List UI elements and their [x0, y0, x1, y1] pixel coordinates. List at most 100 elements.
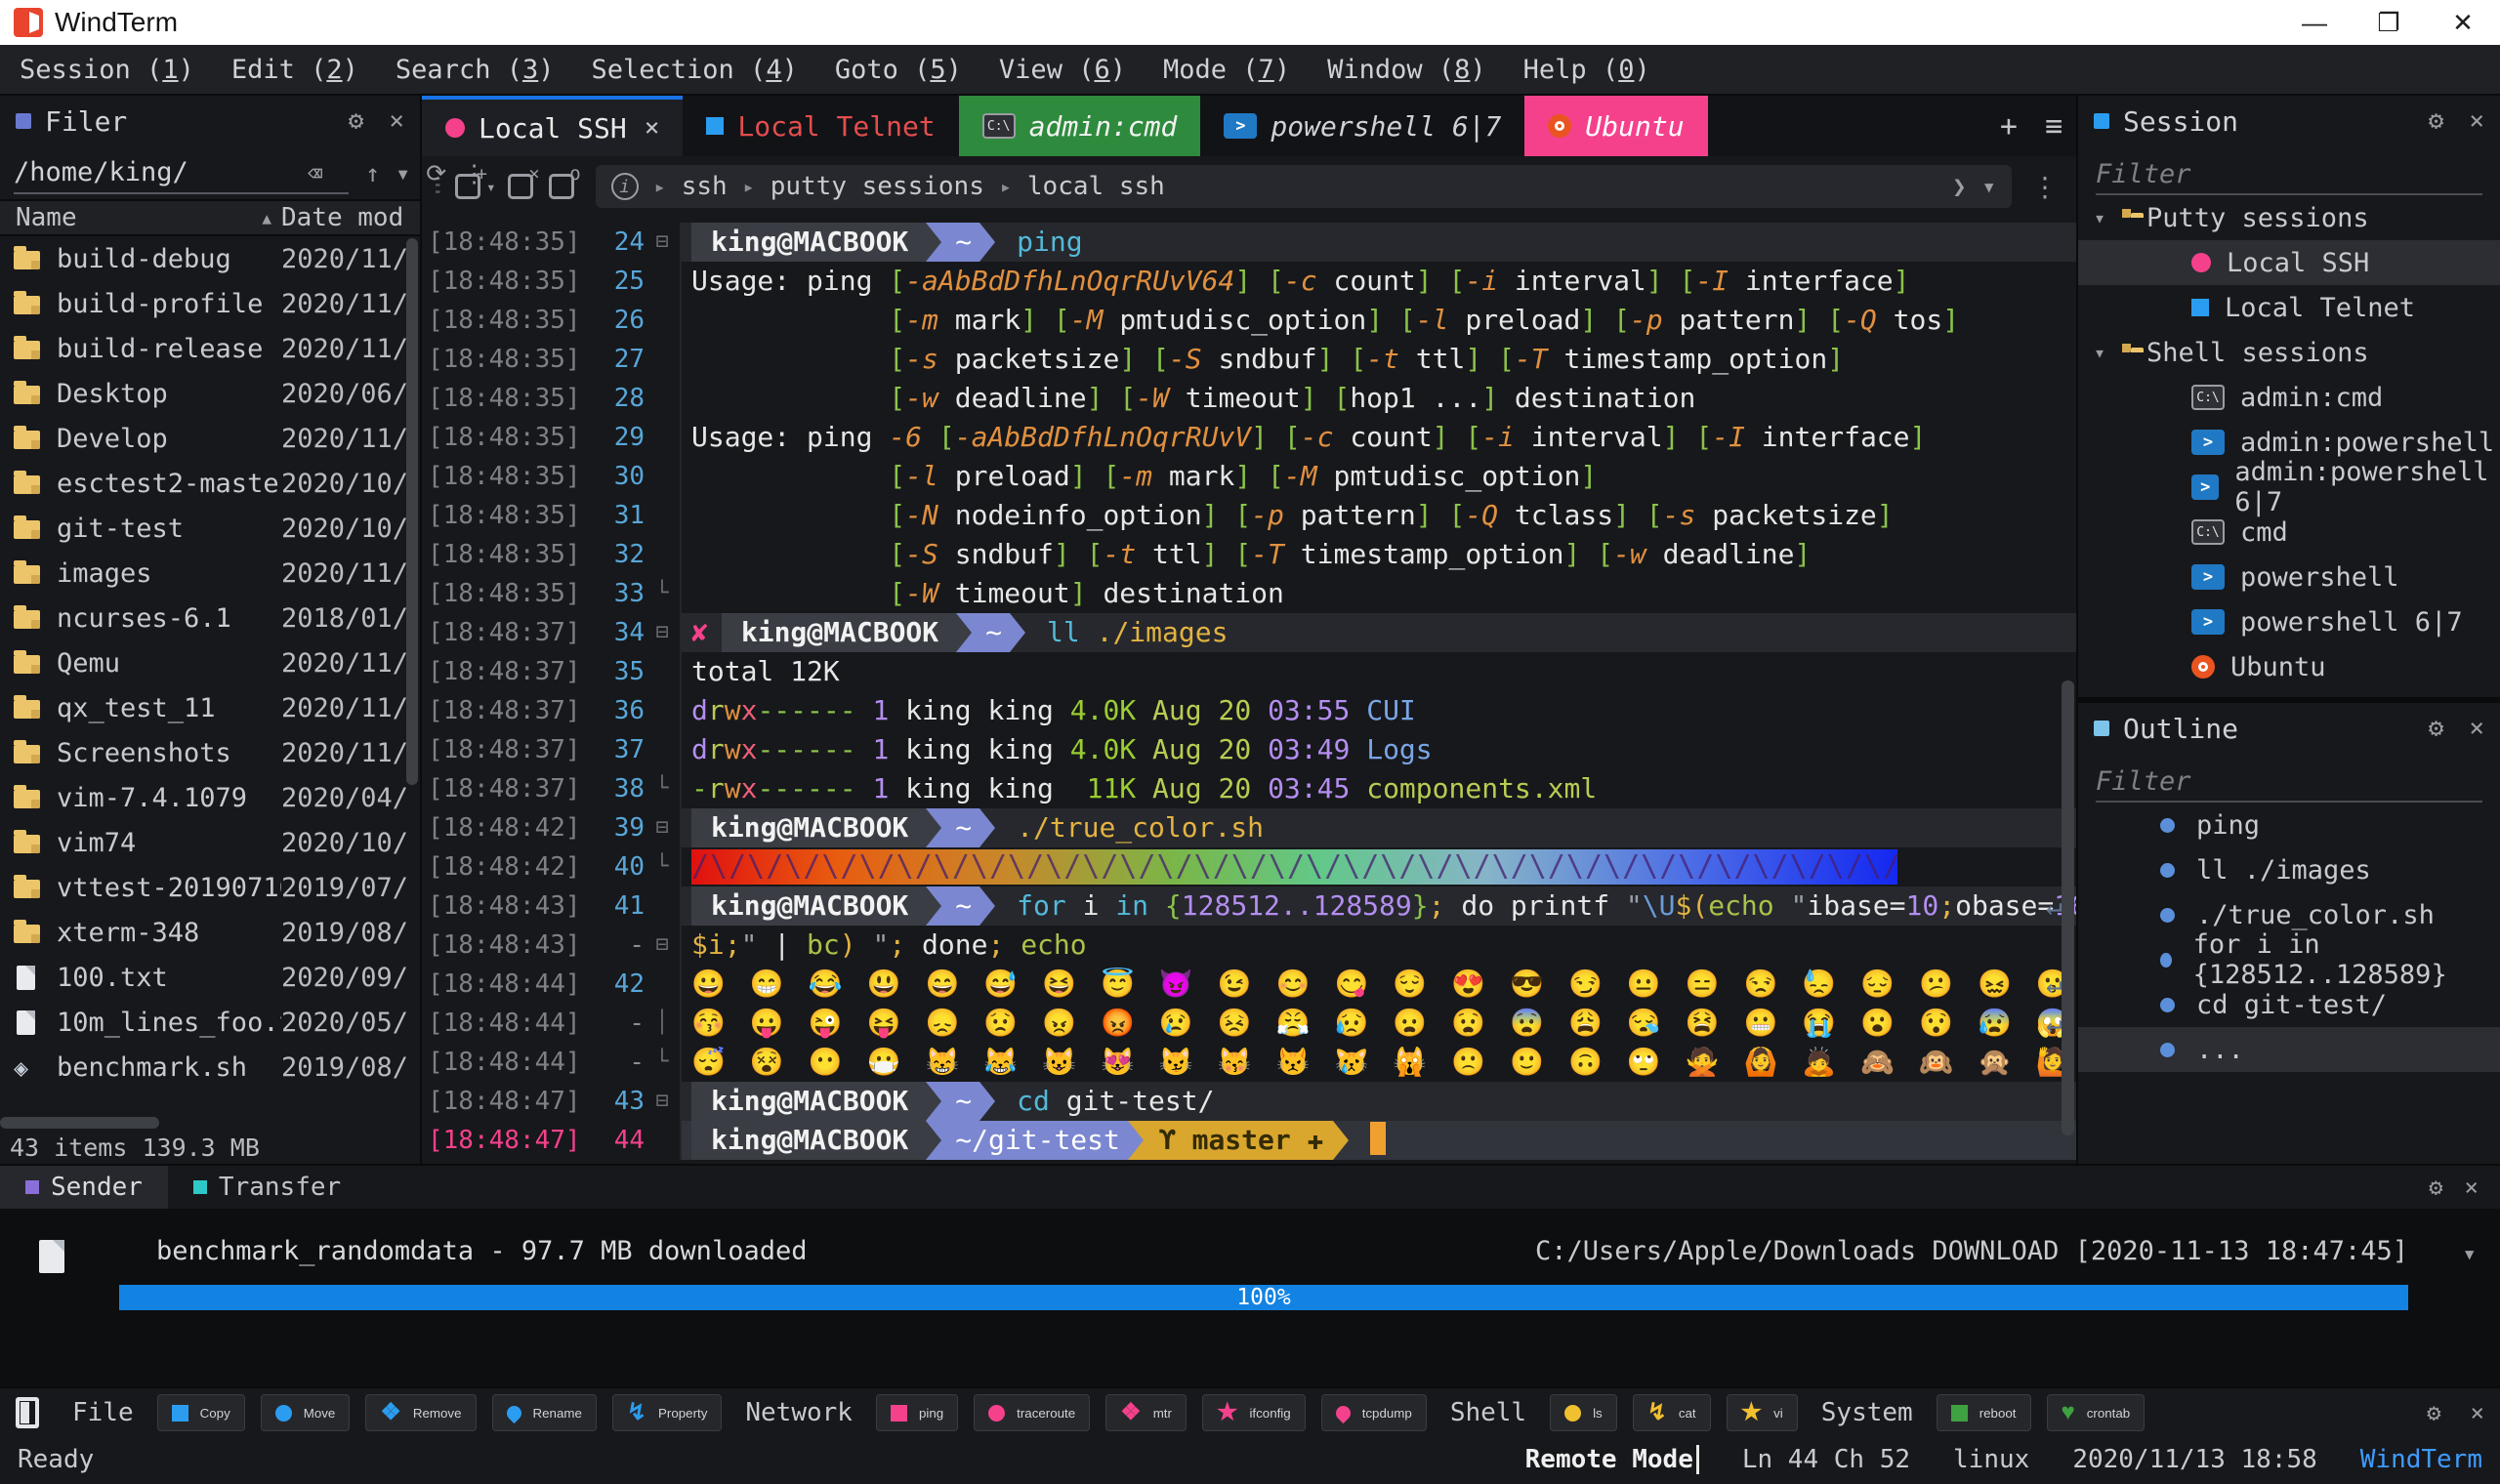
transfer-tab-transfer[interactable]: Transfer [168, 1166, 366, 1209]
session-state-icon[interactable] [549, 174, 574, 199]
terminal-line[interactable]: [18:48:44]42😀😁😂😃😄😅😆😇😈😉😊😋😌😍😎😏😐😑😒😓😔😕😖😗😘😙↵ [422, 965, 2076, 1004]
ping-button[interactable]: ping [876, 1394, 958, 1431]
mtr-button[interactable]: ❖mtr [1105, 1394, 1187, 1431]
menu-item-session[interactable]: Session (1) [20, 55, 194, 85]
tab-local-ssh[interactable]: Local SSH× [422, 96, 683, 156]
tab-ubuntu[interactable]: Ubuntu [1524, 96, 1707, 156]
file-row[interactable]: vttest-201907102019/07/ [0, 865, 420, 910]
close-session-icon[interactable] [508, 174, 533, 199]
outline-close-icon[interactable]: × [2469, 714, 2484, 743]
file-row[interactable]: Desktop2020/06/ [0, 371, 420, 416]
file-row[interactable]: Qemu2020/11/ [0, 640, 420, 685]
menu-item-mode[interactable]: Mode (7) [1163, 55, 1290, 85]
outline-item[interactable]: ... [2078, 1027, 2500, 1072]
column-name[interactable]: Name ▲ [0, 203, 281, 232]
terminal-line[interactable]: [18:48:35]25Usage: ping [-aAbBdDfhLnOqrR… [422, 262, 2076, 301]
traceroute-button[interactable]: traceroute [974, 1394, 1090, 1431]
tab-list-icon[interactable]: ≡ [2031, 96, 2076, 156]
terminal-line[interactable]: [18:48:35]31 [-N nodeinfo_option] [-p pa… [422, 496, 2076, 535]
caret-down-icon[interactable]: ▾ [2094, 341, 2115, 364]
file-row[interactable]: Develop2020/11/ [0, 416, 420, 461]
tcpdump-button[interactable]: tcpdump [1321, 1394, 1427, 1431]
outline-item[interactable]: for i in {128512..128589} [2078, 937, 2500, 982]
info-icon[interactable]: i [611, 173, 639, 200]
refresh-icon[interactable]: ⟳ [426, 159, 446, 187]
file-row[interactable]: 100.txt2020/09/ [0, 955, 420, 1000]
terminal-line[interactable]: [18:48:47]44king@MACBOOK~/git-testϒ mast… [422, 1121, 2076, 1160]
minimize-button[interactable]: — [2277, 0, 2352, 45]
fold-marker-icon[interactable]: └ [645, 847, 680, 886]
file-row[interactable]: build-release2020/11/ [0, 326, 420, 371]
breadcrumb-item[interactable]: ssh [682, 172, 728, 201]
fold-marker-icon[interactable]: ⊟ [645, 926, 680, 965]
property-button[interactable]: ↯Property [612, 1394, 722, 1431]
path-dropdown-icon[interactable]: ▾ [396, 159, 410, 187]
breadcrumb[interactable]: i ▸ssh▸putty sessions▸local ssh ❯ ▾ [596, 165, 2012, 208]
backspace-icon[interactable]: ⌫ [308, 159, 322, 187]
remove-button[interactable]: ❖Remove [365, 1394, 476, 1431]
filer-close-icon[interactable]: × [389, 106, 404, 136]
terminal-kebab-icon[interactable]: ⋮ [2031, 171, 2059, 203]
fold-marker-icon[interactable]: └ [645, 769, 680, 808]
terminal-line[interactable]: [18:48:37]36drwx------ 1 king king 4.0K … [422, 691, 2076, 730]
close-button[interactable]: ✕ [2426, 0, 2500, 45]
menu-item-selection[interactable]: Selection (4) [592, 55, 798, 85]
transfer-tab-sender[interactable]: Sender [0, 1166, 168, 1209]
terminal-line[interactable]: [18:48:44]-└😴😵😶😷😸😹😺😻😼😽😾😿🙀🙁🙂🙃🙄🙅🙆🙇🙈🙉🙊🙋🙌🙍 [422, 1043, 2076, 1082]
caret-down-icon[interactable]: ▾ [2094, 206, 2115, 229]
tab-powershell-6-7[interactable]: >powershell 6|7 [1200, 96, 1524, 156]
terminal-line[interactable]: [18:48:44]-│😚😛😜😝😞😟😠😡😢😣😤😥😦😧😨😩😪😫😬😭😮😯😰😱😲😳↵ [422, 1004, 2076, 1043]
new-tab-icon[interactable]: + [1986, 96, 2031, 156]
tab-close-icon[interactable]: × [645, 113, 660, 143]
file-row[interactable]: esctest2-master2020/10/ [0, 461, 420, 506]
tab-admin-cmd[interactable]: C:\admin:cmd [959, 96, 1201, 156]
new-session-icon[interactable] [455, 174, 480, 199]
move-button[interactable]: Move [261, 1394, 351, 1431]
file-row[interactable]: build-profile2020/11/ [0, 281, 420, 326]
copy-button[interactable]: Copy [157, 1394, 245, 1431]
session-item[interactable]: Local SSH [2078, 240, 2500, 285]
terminal-scrollbar[interactable] [2062, 680, 2074, 1135]
tab-local-telnet[interactable]: Local Telnet [683, 96, 958, 156]
path-input[interactable] [14, 151, 349, 194]
terminal-line[interactable]: [18:48:37]38└-rwx------ 1 king king 11K … [422, 769, 2076, 808]
file-row[interactable]: qx_test_112020/11/ [0, 685, 420, 730]
up-directory-icon[interactable]: ↑ [365, 159, 380, 187]
session-group[interactable]: ▾Putty sessions [2078, 195, 2500, 240]
status-mode[interactable]: Remote Mode [1525, 1445, 1699, 1474]
terminal-line[interactable]: [18:48:35]24⊟king@MACBOOK~ping [422, 223, 2076, 262]
breadcrumb-forward-icon[interactable]: ❯ [1952, 173, 1966, 200]
session-item[interactable]: C:\admin:cmd [2078, 375, 2500, 420]
outline-item[interactable]: ll ./images [2078, 847, 2500, 892]
terminal-line[interactable]: [18:48:37]35total 12K [422, 652, 2076, 691]
terminal-line[interactable]: [18:48:35]28 [-w deadline] [-W timeout] … [422, 379, 2076, 418]
file-row[interactable]: ◈benchmark.sh2019/08/ [0, 1045, 420, 1090]
filer-horizontal-scrollbar[interactable] [0, 1117, 420, 1129]
file-row[interactable]: vim742020/10/ [0, 820, 420, 865]
menu-item-goto[interactable]: Goto (5) [835, 55, 962, 85]
toolbar-close-icon[interactable]: × [2471, 1399, 2484, 1426]
file-row[interactable]: vim-7.4.10792020/04/ [0, 775, 420, 820]
session-item[interactable]: Ubuntu [2078, 644, 2500, 689]
terminal-line[interactable]: [18:48:37]34⊟✘king@MACBOOK~ll ./images [422, 613, 2076, 652]
scrollbar-thumb[interactable] [0, 1117, 159, 1129]
menu-item-help[interactable]: Help (0) [1523, 55, 1650, 85]
session-settings-icon[interactable]: ⚙ [2429, 106, 2444, 136]
filer-settings-icon[interactable]: ⚙ [349, 106, 364, 136]
status-app[interactable]: WindTerm [2360, 1445, 2482, 1474]
fold-marker-icon[interactable]: ⊟ [645, 808, 680, 847]
ls-button[interactable]: ls [1550, 1394, 1617, 1431]
fold-marker-icon[interactable]: └ [645, 574, 680, 613]
file-row[interactable]: ncurses-6.12018/01/ [0, 596, 420, 640]
toolbar-settings-icon[interactable]: ⚙ [2427, 1399, 2440, 1426]
menu-item-window[interactable]: Window (8) [1327, 55, 1486, 85]
file-row[interactable]: images2020/11/ [0, 551, 420, 596]
breadcrumb-dropdown-icon[interactable]: ▾ [1982, 173, 1996, 200]
terminal-output[interactable]: [18:48:35]24⊟king@MACBOOK~ping[18:48:35]… [422, 217, 2076, 1164]
transfer-settings-icon[interactable]: ⚙ [2429, 1166, 2442, 1209]
terminal-line[interactable]: [18:48:43]41king@MACBOOK~for i in {12851… [422, 886, 2076, 926]
terminal-line[interactable]: [18:48:35]29Usage: ping -6 [-aAbBdDfhLnO… [422, 418, 2076, 457]
terminal-line[interactable]: [18:48:42]40└/\/\/\/\/\/\/\/\/\/\/\/\/\/… [422, 847, 2076, 886]
terminal-line[interactable]: [18:48:42]39⊟king@MACBOOK~./true_color.s… [422, 808, 2076, 847]
terminal-line[interactable]: [18:48:37]37drwx------ 1 king king 4.0K … [422, 730, 2076, 769]
